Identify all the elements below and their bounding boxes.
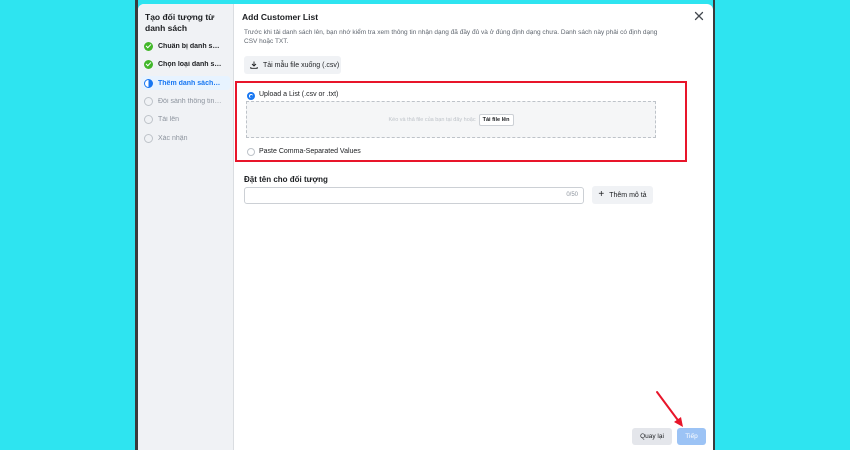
plus-icon: + <box>598 189 605 200</box>
dialog-title: Add Customer List <box>242 12 319 22</box>
empty-circle-icon <box>144 133 153 143</box>
empty-circle-icon <box>144 114 153 124</box>
close-icon[interactable] <box>694 11 704 21</box>
step-upload[interactable]: Tải lên <box>144 112 179 126</box>
window-frame-right <box>713 0 715 450</box>
step-choose-list-type[interactable]: Chọn loại danh sách <box>144 57 222 71</box>
dialog-description: Trước khi tải danh sách lên, bạn nhớ kiể… <box>244 29 658 45</box>
audience-name-input[interactable] <box>249 191 553 208</box>
paste-csv-label: Paste Comma-Separated Values <box>259 148 361 155</box>
steps-sidebar: Tạo đối tượng từ danh sách Chuẩn bị danh… <box>138 4 234 450</box>
step-add-customer-list[interactable]: Thêm danh sách kh... <box>141 76 230 90</box>
audience-name-label: Đặt tên cho đối tượng <box>244 175 328 184</box>
step-label: Tải lên <box>158 115 180 123</box>
next-button[interactable]: Tiếp <box>677 428 706 445</box>
dialog-main: Add Customer List Trước khi tải danh sác… <box>234 4 713 450</box>
step-label: Chọn loại danh sách <box>158 60 222 68</box>
download-template-label: Tải mẫu file xuống (.csv) <box>263 61 340 69</box>
step-label: Chuẩn bị danh sách <box>158 42 222 50</box>
download-template-button[interactable]: Tải mẫu file xuống (.csv) <box>244 56 341 74</box>
step-label: Thêm danh sách kh... <box>158 79 222 87</box>
dropzone-text: Kéo và thả file của bạn tại đây hoặc <box>388 116 476 123</box>
check-circle-icon <box>144 41 153 51</box>
audience-name-field[interactable]: 0/50 <box>244 187 584 208</box>
download-icon <box>250 61 258 69</box>
paste-csv-radio[interactable] <box>247 148 255 156</box>
add-description-button[interactable]: + Thêm mô tả <box>592 186 653 204</box>
file-dropzone[interactable]: Kéo và thả file của bạn tại đây hoặc Tải… <box>246 101 656 138</box>
create-audience-dialog: Tạo đối tượng từ danh sách Chuẩn bị danh… <box>138 4 713 450</box>
add-description-label: Thêm mô tả <box>609 191 647 199</box>
back-button[interactable]: Quay lại <box>632 428 672 445</box>
sidebar-title: Tạo đối tượng từ danh sách <box>145 12 215 33</box>
step-match-info[interactable]: Đối sánh thông tin n... <box>144 94 222 108</box>
step-confirm[interactable]: Xác nhận <box>144 131 188 145</box>
upload-list-radio[interactable] <box>247 92 255 100</box>
char-counter: 0/50 <box>566 192 578 198</box>
half-circle-icon <box>144 78 153 88</box>
upload-list-label: Upload a List (.csv or .txt) <box>259 91 339 98</box>
check-circle-icon <box>144 59 153 69</box>
empty-circle-icon <box>144 96 153 106</box>
step-prepare-list[interactable]: Chuẩn bị danh sách <box>144 39 222 53</box>
step-label: Đối sánh thông tin n... <box>158 97 222 105</box>
upload-file-button[interactable]: Tải file lên <box>478 113 514 126</box>
step-label: Xác nhận <box>158 134 188 142</box>
